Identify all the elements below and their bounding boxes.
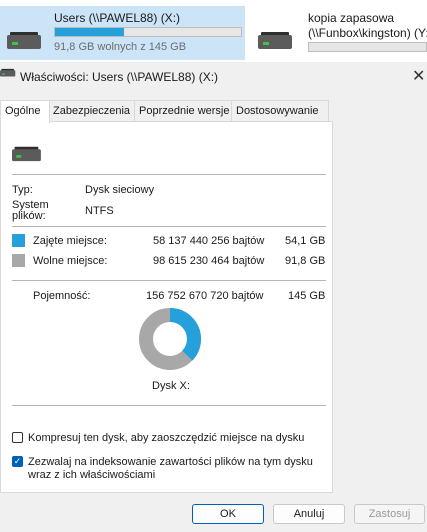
index-checkbox[interactable]: ✓ (12, 456, 23, 467)
used-space-label: Zajęte miejsce: (33, 235, 107, 247)
dialog-title: Właściwości: Users (\\PAWEL88) (X:) (20, 70, 219, 84)
free-space-swatch (12, 254, 25, 267)
disk-usage-donut (139, 308, 201, 370)
free-space-bytes: 98 615 230 464 bajtów (153, 255, 265, 267)
drive-title: kopia zapasowa (308, 11, 395, 25)
free-space-label: Wolne miejsce: (33, 255, 108, 267)
fs-label-2: plików: (12, 210, 46, 222)
drive-usage-fill (55, 28, 124, 36)
index-label: Zezwalaj na indeksowanie zawartości plik… (28, 456, 313, 468)
index-label-2: wraz z ich właściwościami (28, 469, 156, 481)
drive-free-text: 91,8 GB wolnych z 145 GB (54, 41, 187, 53)
drive-usage-bar (54, 27, 242, 37)
fs-value: NTFS (85, 205, 114, 217)
network-drive-icon (258, 30, 292, 50)
free-space-size: 91,8 GB (285, 255, 326, 267)
tab-security[interactable]: Zabezpieczenia (48, 100, 138, 121)
disk-label: Dysk X: (152, 380, 190, 392)
capacity-size: 145 GB (288, 290, 326, 302)
used-space-size: 54,1 GB (285, 235, 326, 247)
compress-checkbox[interactable] (12, 432, 23, 443)
compress-label: Kompresuj ten dysk, aby zaoszczędzić mie… (28, 432, 305, 444)
network-drive-icon (12, 145, 41, 162)
capacity-label: Pojemność: (33, 290, 91, 302)
network-drive-icon (7, 30, 41, 50)
tab-previous-versions[interactable]: Poprzednie wersje (134, 100, 235, 121)
drive-title-icon (0, 68, 16, 77)
close-icon[interactable]: ✕ (412, 66, 425, 86)
divider (12, 226, 326, 227)
divider (12, 174, 326, 175)
drive-subtitle: (\\Funbox\kingston) (Y:) (308, 26, 427, 40)
drive-usage-bar (308, 42, 427, 52)
capacity-bytes: 156 752 670 720 bajtów (146, 290, 264, 302)
divider (12, 405, 326, 406)
ok-button[interactable]: OK (192, 504, 264, 524)
used-space-swatch (12, 234, 25, 247)
type-label: Typ: (12, 184, 33, 196)
divider (12, 280, 326, 281)
apply-button[interactable]: Zastosuj (354, 504, 425, 524)
used-space-bytes: 58 137 440 256 bajtów (153, 235, 265, 247)
tab-customize[interactable]: Dostosowywanie (231, 100, 329, 121)
tab-general[interactable]: Ogólne (0, 100, 50, 123)
cancel-button[interactable]: Anuluj (273, 504, 345, 524)
drive-title: Users (\\PAWEL88) (X:) (54, 11, 181, 25)
type-value: Dysk sieciowy (85, 184, 155, 196)
